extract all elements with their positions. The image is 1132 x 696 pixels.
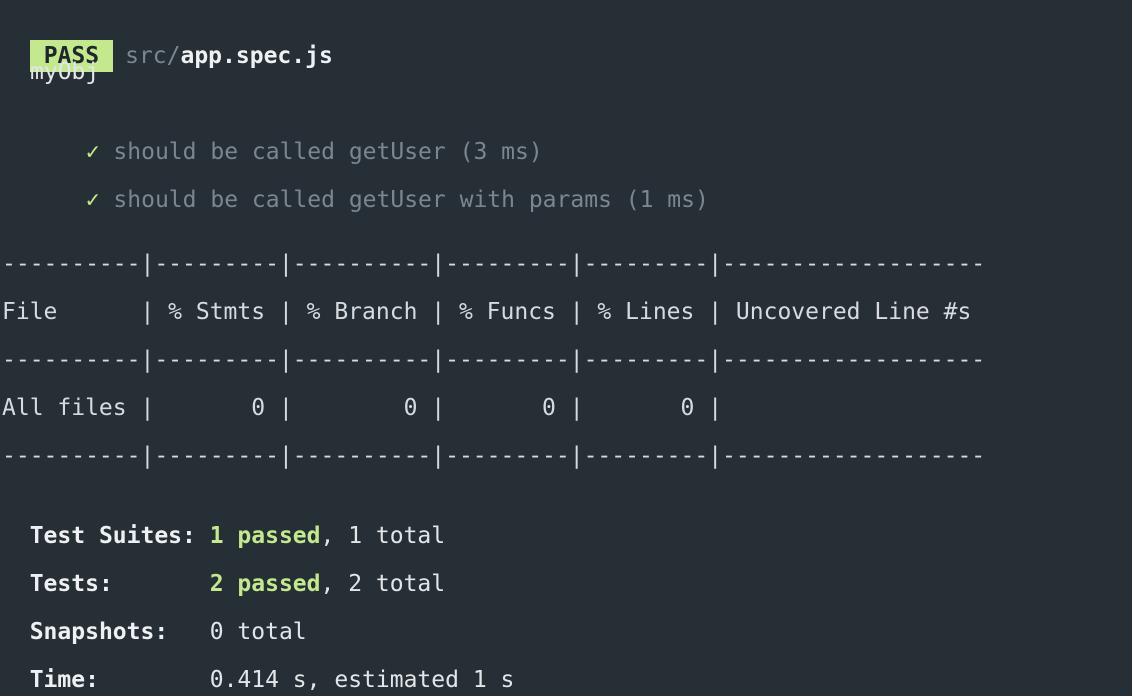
summary-value: 0.414 s, estimated 1 s [209,667,515,693]
test-file-header: PASS src/app.spec.js [2,8,333,72]
coverage-separator: ----------|---------|----------|--------… [2,251,986,277]
summary-snapshots: Snapshots: 0 total [2,584,307,645]
coverage-data-row: All files | 0 | 0 | 0 | 0 | [2,395,986,421]
check-icon: ✓ [85,187,100,213]
summary-label: Time: [29,667,210,693]
suite-name: myObj [30,59,100,85]
terminal-window: { "header": { "status": "PASS", "path_pr… [0,0,1132,693]
summary-tests: Tests: 2 passed, 2 total [2,536,445,597]
summary-rest: , 2 total [320,571,446,597]
summary-time: Time: 0.414 s, estimated 1 s [2,632,515,693]
file-name: app.spec.js [180,43,333,69]
summary-test-suites: Test Suites: 1 passed, 1 total [2,488,445,549]
test-result-row: ✓ should be called getUser with params (… [58,152,709,213]
coverage-separator: ----------|---------|----------|--------… [2,347,986,373]
test-name: should be called getUser with params (1 … [113,187,709,213]
coverage-header-row: File | % Stmts | % Branch | % Funcs | % … [2,299,986,325]
test-result-row: ✓ should be called getUser (3 ms) [58,104,543,165]
file-path-prefix: src/ [125,43,181,69]
coverage-separator: ----------|---------|----------|--------… [2,443,986,469]
